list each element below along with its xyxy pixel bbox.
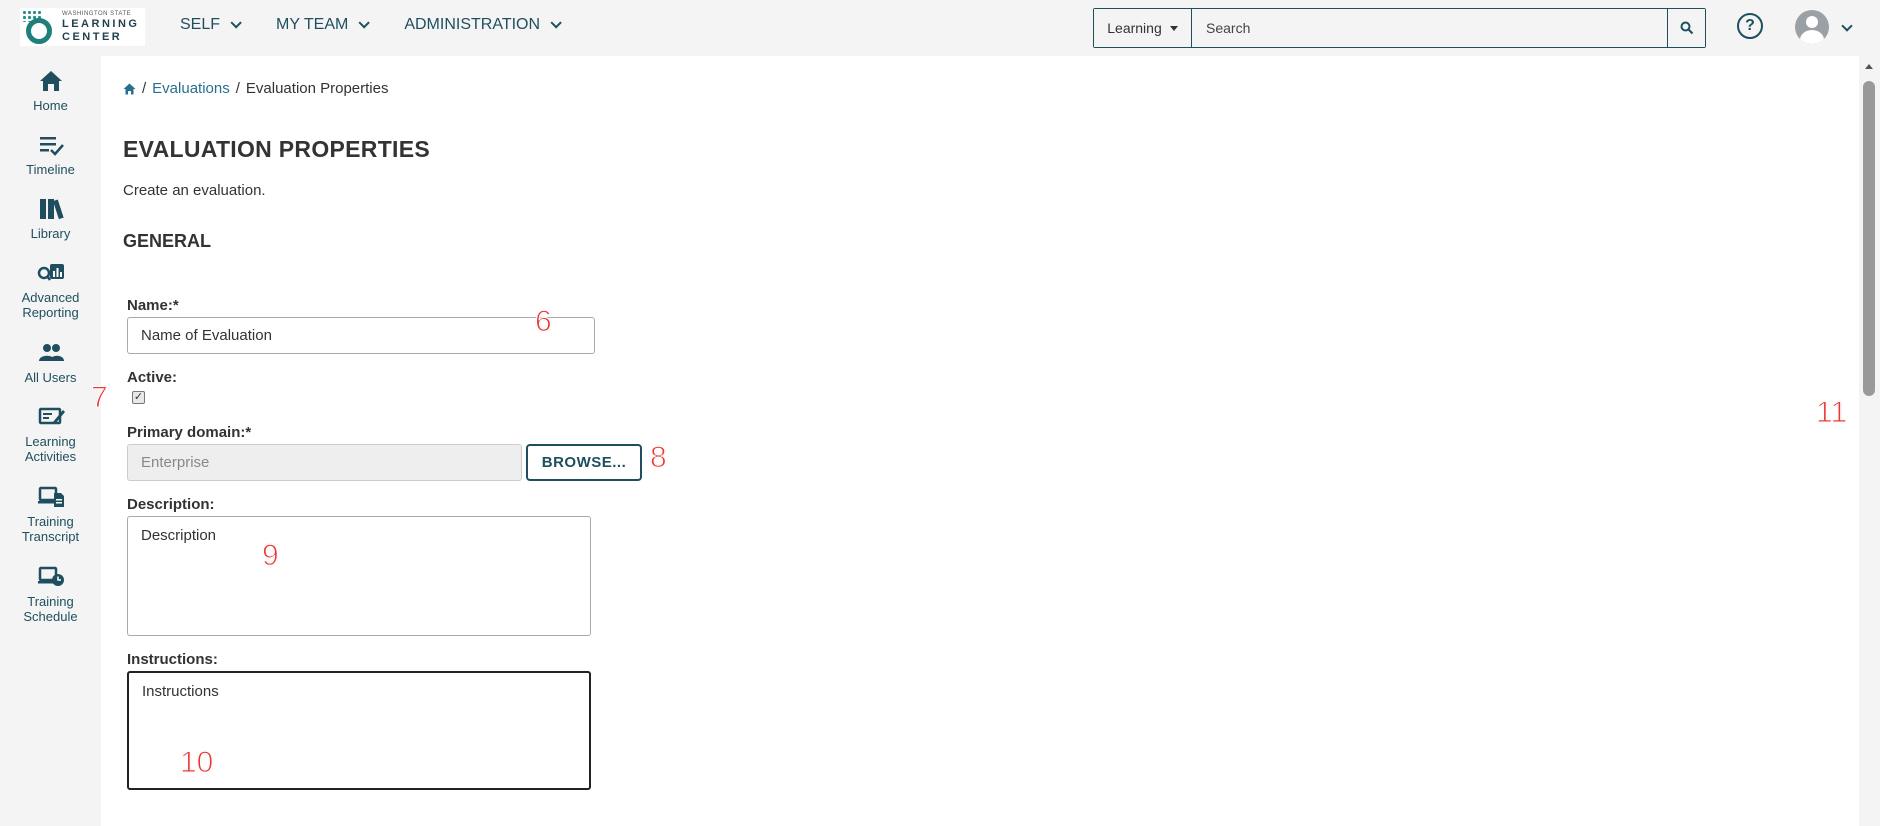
annotation-marker-9: 9 [262,539,280,573]
nav-my-team[interactable]: MY TEAM [276,16,371,34]
search-icon [1680,21,1693,35]
avatar[interactable] [1795,10,1829,44]
instructions-label: Instructions: [127,651,218,668]
name-label: Name:* [127,297,179,314]
browse-button[interactable]: BROWSE... [526,444,642,481]
sidebar: Home Timeline Library Advanced Reporting [0,56,101,826]
nav-administration[interactable]: ADMINISTRATION [404,16,562,34]
breadcrumb-link-evaluations[interactable]: Evaluations [152,80,230,97]
primary-domain-field [127,444,522,481]
chevron-down-icon [230,17,242,29]
schedule-icon [37,566,64,586]
users-icon [38,344,64,361]
sidebar-item-library[interactable]: Library [0,196,101,241]
home-icon[interactable] [123,83,136,95]
timeline-icon [39,137,64,156]
main-nav: SELF MY TEAM ADMINISTRATION [180,16,596,34]
search-bar: Learning [1093,8,1706,48]
nav-my-team-label: MY TEAM [276,16,349,33]
annotation-marker-11: 11 [1815,396,1848,430]
nav-self[interactable]: SELF [180,16,242,34]
search-input[interactable] [1192,9,1667,47]
scrollbar-thumb[interactable] [1863,81,1875,396]
annotation-marker-8: 8 [650,441,668,475]
search-category-select[interactable]: Learning [1094,9,1192,47]
section-title-general: GENERAL [123,231,212,251]
active-checkbox[interactable]: ✓ [132,391,145,404]
sidebar-item-training-transcript[interactable]: Training Transcript [0,484,101,544]
nav-self-label: SELF [180,16,221,33]
annotation-marker-10: 10 [179,746,214,780]
logo-small-text: WASHINGTON STATE [62,11,132,17]
chevron-down-icon [550,17,562,29]
sidebar-item-advanced-reporting[interactable]: Advanced Reporting [0,260,101,320]
sidebar-item-label: Training Schedule [23,594,78,624]
active-label: Active: [127,369,178,386]
sidebar-item-label: All Users [24,370,77,385]
description-label: Description: [127,496,215,513]
top-bar: WASHINGTON STATE LEARNING CENTER SELF MY… [0,0,1880,56]
annotation-marker-6: 6 [535,305,553,339]
vertical-scrollbar[interactable] [1859,56,1880,826]
sidebar-item-label: Timeline [26,162,75,177]
breadcrumb-separator: / [142,80,147,97]
sidebar-item-label: Training Transcript [21,514,80,544]
breadcrumb-separator: / [235,80,240,97]
library-icon [39,199,64,220]
primary-domain-label: Primary domain:* [127,424,252,441]
learning-activities-icon [38,407,65,425]
description-textarea[interactable]: Description [127,516,591,636]
nav-administration-label: ADMINISTRATION [404,16,541,33]
logo-line2: CENTER [62,31,123,43]
home-icon [39,71,62,91]
logo-text: WASHINGTON STATE LEARNING CENTER [62,11,139,43]
caret-down-icon [1169,25,1178,31]
sidebar-item-timeline[interactable]: Timeline [0,132,101,177]
page-title: EVALUATION PROPERTIES [123,136,431,162]
sidebar-item-label: Library [30,226,71,241]
search-category-label: Learning [1107,20,1162,36]
sidebar-item-training-schedule[interactable]: Training Schedule [0,564,101,624]
breadcrumb-current: Evaluation Properties [245,80,389,97]
search-button[interactable] [1667,9,1705,47]
reporting-icon [37,264,64,281]
sidebar-item-all-users[interactable]: All Users [0,340,101,385]
sidebar-item-label: Home [33,98,68,113]
learning-center-logo[interactable]: WASHINGTON STATE LEARNING CENTER [20,8,145,46]
help-icon[interactable]: ? [1737,13,1763,39]
page-subtitle: Create an evaluation. [123,182,266,199]
scroll-up-arrow-icon[interactable] [1865,64,1873,69]
sidebar-item-label: Advanced Reporting [21,290,80,320]
logo-mark [20,8,58,46]
sidebar-item-home[interactable]: Home [0,68,101,113]
breadcrumb: / Evaluations / Evaluation Properties [123,80,389,97]
annotation-marker-7: 7 [91,381,109,415]
transcript-icon [37,486,64,507]
logo-line1: LEARNING [62,18,140,30]
sidebar-item-label: Learning Activities [24,434,77,464]
name-field[interactable] [127,317,595,354]
chevron-down-icon[interactable] [1841,20,1853,32]
chevron-down-icon [358,17,371,29]
sidebar-item-learning-activities[interactable]: Learning Activities [0,404,101,464]
